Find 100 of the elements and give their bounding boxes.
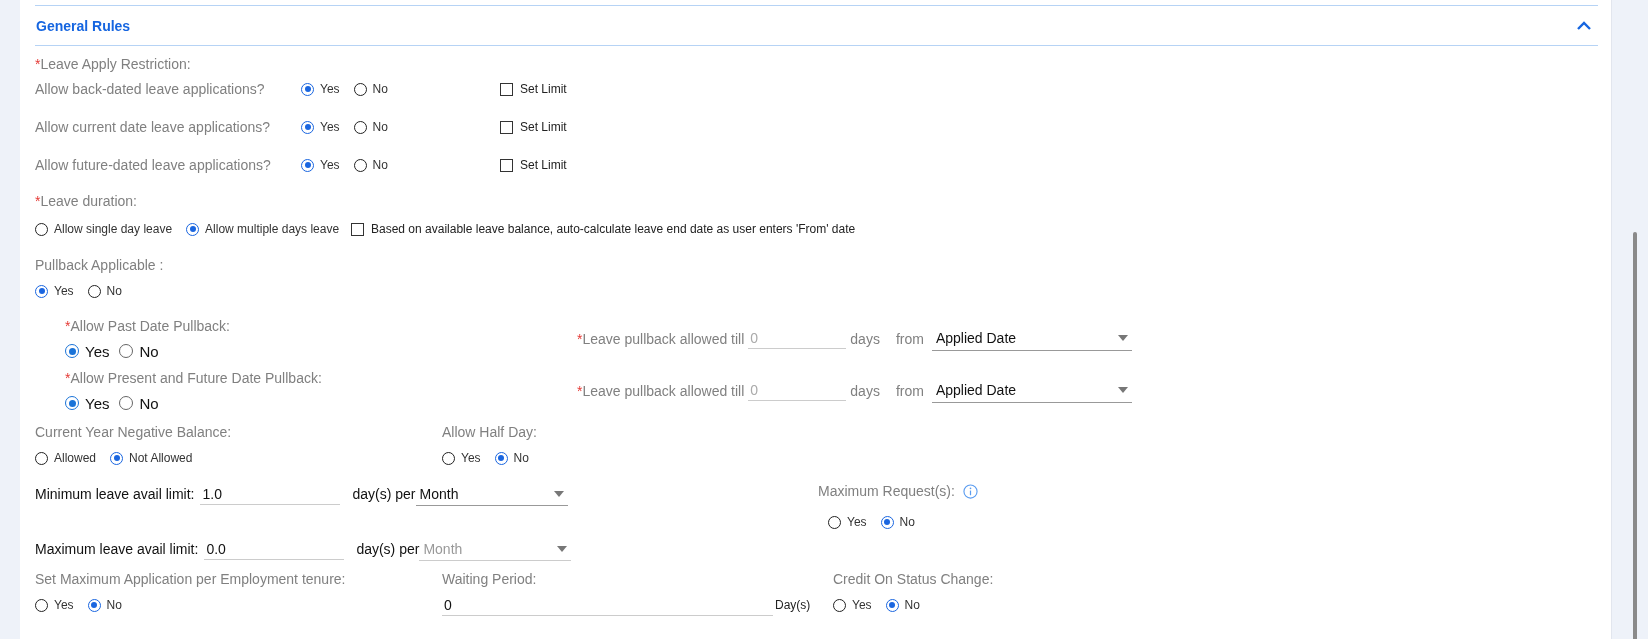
input-field[interactable]: 0 xyxy=(748,328,847,349)
checkbox[interactable] xyxy=(351,222,364,236)
radio-button[interactable] xyxy=(186,222,200,236)
field-label: Allow Past Date Pullback: xyxy=(70,318,230,334)
radio-button[interactable] xyxy=(35,598,48,612)
field-label: Credit On Status Change: xyxy=(833,571,994,587)
field-label: from xyxy=(895,330,924,347)
radio-label[interactable]: Allow multiple days leave xyxy=(205,222,340,236)
required-mark: * xyxy=(35,193,41,209)
radio-label[interactable]: Yes xyxy=(85,394,110,412)
radio-button[interactable] xyxy=(885,598,899,612)
radio-label[interactable]: No xyxy=(899,515,915,529)
radio-button[interactable] xyxy=(119,396,134,410)
field-label: Allow Half Day: xyxy=(442,424,537,440)
caret-icon xyxy=(557,545,568,552)
input-field[interactable]: 0 xyxy=(442,594,773,616)
radio-label[interactable]: Yes xyxy=(320,158,340,172)
checkbox[interactable] xyxy=(500,82,513,96)
radio-label[interactable]: No xyxy=(139,342,159,360)
field-label: Allow back-dated leave applications? xyxy=(35,81,266,97)
unit-label: day(s) per xyxy=(356,541,420,557)
radio-button[interactable] xyxy=(35,451,48,465)
caret-icon xyxy=(1117,387,1128,393)
radio-button[interactable] xyxy=(442,451,455,465)
unit-label: Day(s) xyxy=(775,598,811,612)
field-label: Minimum leave avail limit: xyxy=(35,486,195,502)
radio-label[interactable]: Allowed xyxy=(54,451,97,465)
field-label: Pullback Applicable : xyxy=(35,257,164,273)
caret-icon xyxy=(1117,335,1128,341)
required-mark: * xyxy=(577,330,583,347)
radio-label[interactable]: No xyxy=(372,158,388,172)
section-title: General Rules xyxy=(36,17,131,34)
field-label: Leave duration: xyxy=(40,193,137,209)
checkbox-label[interactable]: Set Limit xyxy=(520,120,567,134)
radio-label[interactable]: Not Allowed xyxy=(129,451,193,465)
checkbox-label[interactable]: Set Limit xyxy=(520,158,567,172)
radio-button[interactable] xyxy=(87,598,101,612)
radio-label[interactable]: No xyxy=(372,120,388,134)
radio-label[interactable]: Yes xyxy=(320,120,340,134)
radio-label[interactable]: No xyxy=(106,284,122,298)
field-label: Current Year Negative Balance: xyxy=(35,424,232,440)
radio-label[interactable]: Yes xyxy=(847,515,867,529)
radio-label[interactable]: Yes xyxy=(320,82,340,96)
required-mark: * xyxy=(65,370,71,386)
radio-button[interactable] xyxy=(353,120,367,134)
radio-button[interactable] xyxy=(301,120,314,134)
radio-label[interactable]: Allow single day leave xyxy=(54,222,173,236)
radio-button[interactable] xyxy=(494,451,508,465)
radio-button[interactable] xyxy=(828,515,841,529)
input-field[interactable]: 1.0 xyxy=(200,483,341,505)
unit-label: days xyxy=(850,330,880,347)
radio-label[interactable]: Yes xyxy=(85,342,110,360)
radio-button[interactable] xyxy=(87,284,101,298)
field-label: Leave Apply Restriction: xyxy=(40,56,191,72)
field-label: Allow current date leave applications? xyxy=(35,119,272,135)
radio-label[interactable]: Yes xyxy=(461,451,481,465)
radio-button[interactable] xyxy=(35,222,48,236)
field-label: Waiting Period: xyxy=(442,571,537,587)
radio-button[interactable] xyxy=(833,598,846,612)
unit-label: days xyxy=(850,382,880,399)
radio-label[interactable]: Yes xyxy=(54,598,74,612)
dropdown[interactable]: Applied Date xyxy=(931,326,1132,351)
scrollbar-thumb[interactable] xyxy=(1633,232,1637,639)
required-mark: * xyxy=(65,318,71,334)
input-field[interactable]: 0 xyxy=(748,380,847,401)
radio-button[interactable] xyxy=(880,515,894,529)
radio-label[interactable]: No xyxy=(904,598,920,612)
radio-label[interactable]: Yes xyxy=(54,284,74,298)
checkbox[interactable] xyxy=(500,120,513,134)
radio-label[interactable]: No xyxy=(372,82,388,96)
checkbox[interactable] xyxy=(500,158,513,172)
field-label: from xyxy=(895,382,924,399)
field-label: Leave pullback allowed till xyxy=(582,330,745,347)
unit-label: day(s) per xyxy=(352,486,416,502)
radio-label[interactable]: No xyxy=(106,598,122,612)
radio-label[interactable]: No xyxy=(513,451,529,465)
dropdown[interactable]: Month xyxy=(415,482,568,506)
radio-label[interactable]: No xyxy=(139,394,159,412)
dropdown[interactable]: Applied Date xyxy=(931,378,1132,403)
radio-button[interactable] xyxy=(353,82,367,96)
radio-button[interactable] xyxy=(301,158,314,172)
required-mark: * xyxy=(35,56,41,72)
radio-button[interactable] xyxy=(65,344,79,358)
field-label: Set Maximum Application per Employment tenure: xyxy=(35,571,346,587)
radio-button[interactable] xyxy=(65,396,79,410)
radio-button[interactable] xyxy=(353,158,367,172)
field-label: Maximum Request(s): xyxy=(818,483,955,499)
radio-button[interactable] xyxy=(119,344,134,358)
info-icon[interactable] xyxy=(962,483,978,499)
field-label: Maximum leave avail limit: xyxy=(35,541,199,557)
radio-button[interactable] xyxy=(35,284,48,298)
field-label: Allow future-dated leave applications? xyxy=(35,157,272,173)
checkbox-label[interactable]: Set Limit xyxy=(520,82,567,96)
radio-button[interactable] xyxy=(110,451,124,465)
radio-button[interactable] xyxy=(301,82,314,96)
checkbox-label[interactable]: Based on available leave balance, auto-calculate leave end date as user enters 'From' date xyxy=(371,222,856,236)
field-label: Allow Present and Future Date Pullback: xyxy=(70,370,322,386)
required-mark: * xyxy=(577,382,583,399)
chevron-icon[interactable] xyxy=(1576,20,1592,31)
radio-label[interactable]: Yes xyxy=(852,598,872,612)
